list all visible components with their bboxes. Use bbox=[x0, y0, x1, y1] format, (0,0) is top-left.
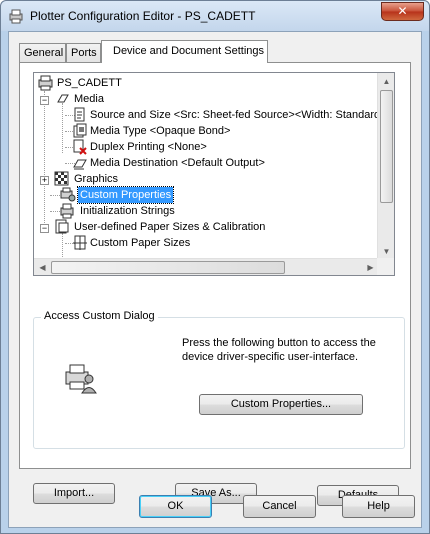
cancel-button[interactable]: Cancel bbox=[243, 495, 316, 518]
tree-custom-props-label: Custom Properties bbox=[76, 186, 175, 204]
cancel-button-label: Cancel bbox=[262, 500, 297, 512]
plotter-icon bbox=[38, 75, 53, 91]
scroll-up-icon[interactable]: ▲ bbox=[378, 73, 394, 90]
dialog-client-area: General Ports Device and Document Settin… bbox=[8, 31, 422, 528]
group-description: Press the following button to access the… bbox=[182, 337, 376, 363]
source-size-icon bbox=[74, 107, 85, 122]
help-button-label: Help bbox=[367, 500, 390, 512]
tab-ports[interactable]: Ports bbox=[66, 43, 101, 63]
close-icon: ✕ bbox=[397, 4, 408, 18]
scroll-left-icon[interactable]: ◀ bbox=[34, 259, 51, 275]
ok-button[interactable]: OK bbox=[139, 495, 212, 518]
scrollbar-corner bbox=[377, 258, 394, 275]
tree-user-defined-label: User-defined Paper Sizes & Calibration bbox=[74, 221, 266, 233]
device-settings-panel: PS_CADETT − Media Source and Size <Src: … bbox=[19, 62, 411, 506]
media-sheet-icon bbox=[57, 94, 69, 103]
horizontal-scroll-thumb[interactable] bbox=[51, 261, 285, 274]
help-button[interactable]: Help bbox=[342, 495, 415, 518]
duplex-disabled-icon bbox=[73, 139, 87, 155]
tree-media-type-label: Media Type <Opaque Bond> bbox=[90, 125, 231, 137]
expand-media-toggle[interactable]: − bbox=[40, 96, 49, 105]
plotter-app-icon bbox=[9, 9, 23, 24]
access-custom-dialog-group: Access Custom Dialog Press the following… bbox=[33, 310, 405, 449]
tree-media-label: Media bbox=[74, 93, 104, 105]
tab-device-label: Device and Document Settings bbox=[113, 45, 265, 57]
window-title: Plotter Configuration Editor - PS_CADETT bbox=[30, 9, 256, 23]
tree-horizontal-scrollbar[interactable]: ◀ ▶ bbox=[34, 258, 379, 275]
custom-properties-button[interactable]: Custom Properties... bbox=[199, 394, 363, 415]
tab-general-label: General bbox=[24, 47, 64, 59]
tree-root-label: PS_CADETT bbox=[57, 77, 122, 89]
user-defined-sizes-icon bbox=[55, 219, 69, 234]
tree-duplex-label: Duplex Printing <None> bbox=[90, 141, 207, 153]
plotter-config-window: Plotter Configuration Editor - PS_CADETT… bbox=[0, 0, 430, 534]
custom-dialog-printer-user-icon bbox=[65, 364, 97, 394]
custom-paper-sizes-icon bbox=[73, 235, 87, 250]
media-destination-icon bbox=[73, 159, 87, 170]
tree-custom-paper-label: Custom Paper Sizes bbox=[90, 237, 191, 249]
tree-init-strings-label: Initialization Strings bbox=[80, 205, 175, 217]
vertical-scroll-thumb[interactable] bbox=[380, 90, 393, 203]
tab-general[interactable]: General bbox=[19, 43, 66, 63]
tab-ports-label: Ports bbox=[71, 47, 97, 59]
close-button[interactable]: ✕ bbox=[381, 2, 424, 21]
import-button-label: Import... bbox=[53, 487, 95, 499]
media-type-icon bbox=[73, 123, 87, 138]
tree-graphics-label: Graphics bbox=[74, 173, 119, 185]
custom-properties-button-label: Custom Properties... bbox=[230, 398, 332, 410]
tree-source-size-label: Source and Size <Src: Sheet-fed Source><… bbox=[90, 109, 390, 121]
tree-vertical-scrollbar[interactable]: ▲ ▼ bbox=[377, 73, 394, 260]
ok-button-label: OK bbox=[167, 500, 184, 512]
expand-user-defined-toggle[interactable]: − bbox=[40, 224, 49, 233]
group-title: Access Custom Dialog bbox=[41, 310, 158, 322]
settings-tree[interactable]: PS_CADETT − Media Source and Size <Src: … bbox=[33, 72, 395, 276]
tree-media-dest-label: Media Destination <Default Output> bbox=[90, 157, 265, 169]
import-button[interactable]: Import... bbox=[33, 483, 115, 504]
init-strings-icon bbox=[60, 203, 74, 219]
custom-properties-icon bbox=[60, 187, 76, 202]
title-bar[interactable]: Plotter Configuration Editor - PS_CADETT… bbox=[1, 1, 429, 31]
expand-graphics-toggle[interactable]: + bbox=[40, 176, 49, 185]
tab-device-document-settings[interactable]: Device and Document Settings bbox=[101, 40, 268, 63]
graphics-checker-icon bbox=[54, 171, 69, 186]
